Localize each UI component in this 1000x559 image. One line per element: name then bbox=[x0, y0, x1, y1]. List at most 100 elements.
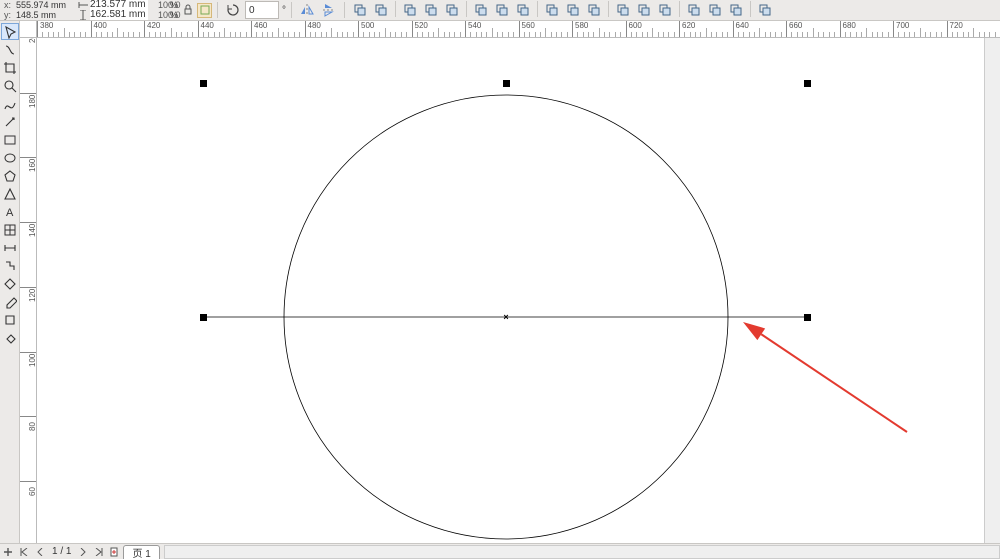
weld-icon[interactable] bbox=[613, 1, 633, 19]
ruler-tick: 680 bbox=[840, 21, 856, 38]
ruler-tick: 580 bbox=[572, 21, 588, 38]
basic-shapes-tool[interactable] bbox=[1, 185, 19, 202]
canvas-area: 3804004204404604805005205405605806006206… bbox=[20, 21, 1000, 543]
align-top-icon[interactable] bbox=[471, 1, 491, 19]
boundary-icon[interactable] bbox=[755, 1, 775, 19]
page-counter: 1 / 1 bbox=[48, 546, 75, 557]
last-page-icon[interactable] bbox=[91, 545, 107, 559]
workspace: A 38040042044046048050052054056058060062… bbox=[0, 21, 1000, 543]
table-tool[interactable] bbox=[1, 221, 19, 238]
rectangle-tool[interactable] bbox=[1, 131, 19, 148]
vertical-ruler[interactable]: 2001801601401201008060 bbox=[20, 38, 37, 543]
arrange-button-group bbox=[350, 1, 775, 19]
ruler-tick: 100 bbox=[20, 352, 37, 353]
y-label: y: bbox=[4, 10, 14, 20]
ruler-tick: 620 bbox=[679, 21, 695, 38]
size-readout: 213.577 mm 162.581 mm bbox=[76, 0, 156, 20]
status-bar: 1 / 1 页 1 bbox=[0, 543, 1000, 559]
outline-tool[interactable] bbox=[1, 311, 19, 328]
align-center-v-icon[interactable] bbox=[492, 1, 512, 19]
mirror-horizontal-icon[interactable] bbox=[297, 1, 317, 19]
horizontal-ruler[interactable]: 3804004204404604805005205405605806006206… bbox=[37, 21, 1000, 38]
svg-text:A: A bbox=[6, 207, 14, 219]
ruler-tick: 160 bbox=[20, 157, 37, 158]
ruler-tick: 440 bbox=[198, 21, 214, 38]
x-label: x: bbox=[4, 0, 14, 10]
ruler-tick: 540 bbox=[465, 21, 481, 38]
shape-tool[interactable] bbox=[1, 41, 19, 58]
interactive-fill-tool[interactable] bbox=[1, 275, 19, 292]
vertical-scrollbar[interactable] bbox=[984, 38, 1000, 543]
rotation-input[interactable]: 0 bbox=[245, 1, 279, 19]
non-proportional-icon[interactable] bbox=[197, 3, 212, 18]
smart-drawing-tool[interactable] bbox=[1, 113, 19, 130]
combine-icon[interactable] bbox=[542, 1, 562, 19]
ruler-tick: 560 bbox=[519, 21, 535, 38]
selection-handle[interactable] bbox=[200, 80, 207, 87]
ruler-tick: 700 bbox=[893, 21, 909, 38]
ellipse-tool[interactable] bbox=[1, 149, 19, 166]
text-tool[interactable]: A bbox=[1, 203, 19, 220]
pick-tool[interactable] bbox=[1, 23, 19, 40]
add-page-icon[interactable] bbox=[0, 545, 16, 559]
selection-handle[interactable] bbox=[804, 314, 811, 321]
first-page-icon[interactable] bbox=[16, 545, 32, 559]
ruler-tick: 600 bbox=[626, 21, 642, 38]
x-value: 555.974 mm bbox=[16, 0, 66, 10]
ruler-tick: 400 bbox=[91, 21, 107, 38]
ungroup-icon[interactable] bbox=[584, 1, 604, 19]
eyedropper-tool[interactable] bbox=[1, 293, 19, 310]
ruler-tick: 140 bbox=[20, 222, 37, 223]
simplify-icon[interactable] bbox=[684, 1, 704, 19]
height-value[interactable]: 162.581 mm bbox=[90, 10, 148, 20]
align-left-icon[interactable] bbox=[400, 1, 420, 19]
align-bottom-icon[interactable] bbox=[513, 1, 533, 19]
selection-handle[interactable] bbox=[503, 80, 510, 87]
group-icon[interactable] bbox=[563, 1, 583, 19]
add-page-after-icon[interactable] bbox=[107, 545, 123, 559]
ruler-tick: 120 bbox=[20, 287, 37, 288]
mirror-vertical-icon[interactable] bbox=[319, 1, 339, 19]
selection-handle[interactable] bbox=[804, 80, 811, 87]
align-right-icon[interactable] bbox=[442, 1, 462, 19]
annotation-arrow bbox=[743, 322, 907, 432]
next-page-icon[interactable] bbox=[75, 545, 91, 559]
freehand-tool[interactable] bbox=[1, 95, 19, 112]
order-to-back-icon[interactable] bbox=[371, 1, 391, 19]
front-minus-back-icon[interactable] bbox=[705, 1, 725, 19]
crop-tool[interactable] bbox=[1, 59, 19, 76]
property-bar: x: 555.974 mm y: 148.5 mm 213.577 mm 162… bbox=[0, 0, 1000, 21]
intersect-icon[interactable] bbox=[655, 1, 675, 19]
toolbox: A bbox=[0, 21, 20, 543]
prev-page-icon[interactable] bbox=[32, 545, 48, 559]
align-center-h-icon[interactable] bbox=[421, 1, 441, 19]
width-icon bbox=[78, 0, 88, 10]
selection-center-icon[interactable]: × bbox=[503, 312, 508, 322]
drawing-canvas[interactable]: × bbox=[37, 38, 1000, 543]
dimension-tool[interactable] bbox=[1, 239, 19, 256]
ruler-origin[interactable] bbox=[20, 21, 37, 38]
ruler-tick: 420 bbox=[144, 21, 160, 38]
ruler-tick: 180 bbox=[20, 93, 37, 94]
ruler-tick: 380 bbox=[37, 21, 53, 38]
zoom-tool[interactable] bbox=[1, 77, 19, 94]
trim-icon[interactable] bbox=[634, 1, 654, 19]
height-icon bbox=[78, 10, 88, 20]
back-minus-front-icon[interactable] bbox=[726, 1, 746, 19]
order-to-front-icon[interactable] bbox=[350, 1, 370, 19]
horizontal-scrollbar[interactable] bbox=[164, 545, 1000, 559]
connector-tool[interactable] bbox=[1, 257, 19, 274]
scale-x-value[interactable]: 100.0 bbox=[158, 0, 168, 10]
fill-tool[interactable] bbox=[1, 329, 19, 346]
selection-handle[interactable] bbox=[200, 314, 207, 321]
polygon-tool[interactable] bbox=[1, 167, 19, 184]
ruler-tick: 640 bbox=[733, 21, 749, 38]
scale-readout: 100.0 % 100.0 % bbox=[158, 0, 178, 20]
scale-y-value[interactable]: 100.0 bbox=[158, 10, 168, 20]
page-tab[interactable]: 页 1 bbox=[123, 545, 159, 559]
ruler-tick: 520 bbox=[412, 21, 428, 38]
ruler-tick: 720 bbox=[947, 21, 963, 38]
lock-ratio-icon[interactable] bbox=[180, 3, 195, 18]
ruler-tick: 460 bbox=[251, 21, 267, 38]
rotate-icon[interactable] bbox=[223, 1, 243, 19]
